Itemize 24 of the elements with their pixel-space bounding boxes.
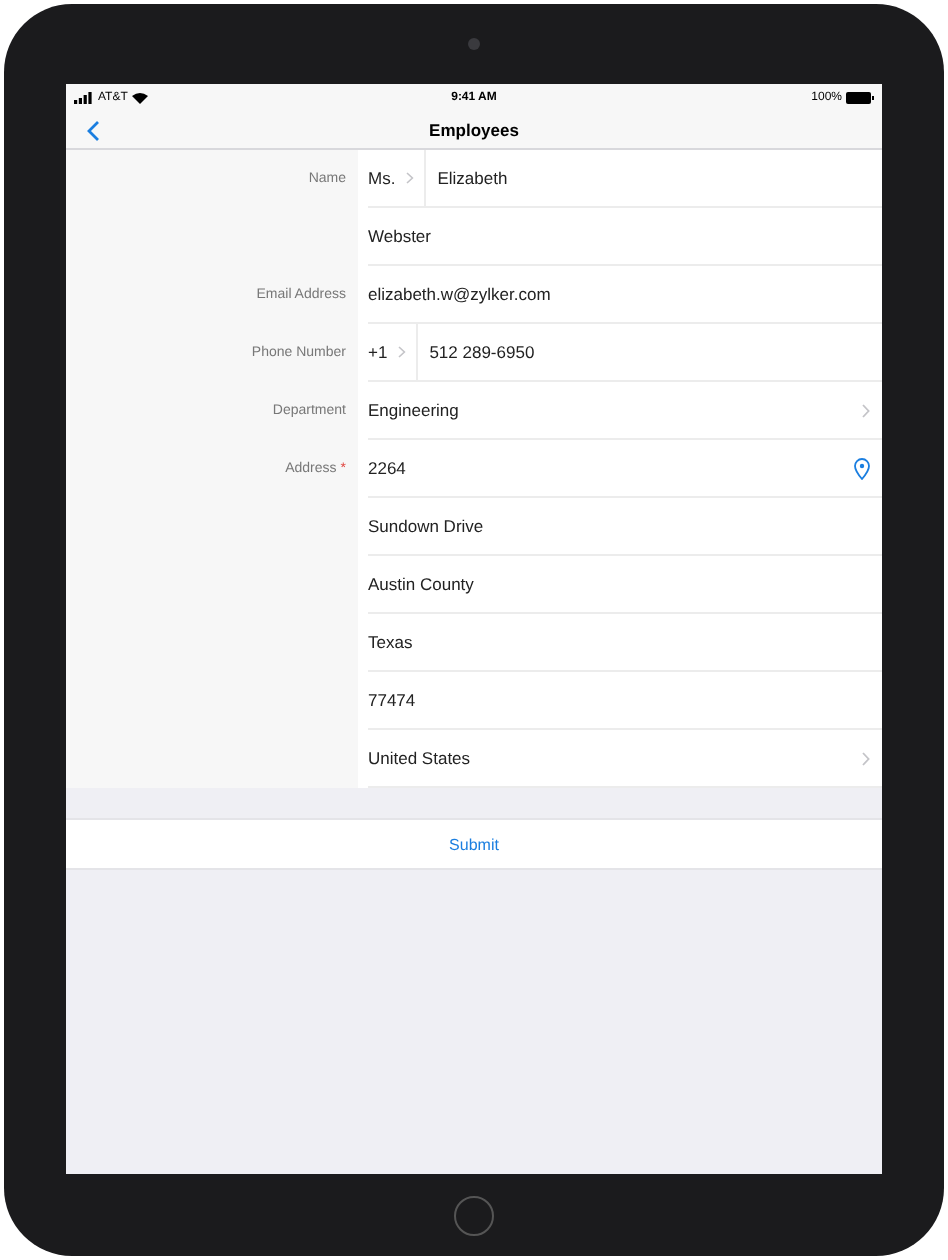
- picker-field[interactable]: United States: [368, 748, 862, 768]
- chevron-icon: [405, 172, 414, 184]
- input-field[interactable]: Webster: [368, 226, 870, 246]
- home-button[interactable]: [454, 1195, 494, 1235]
- input-field[interactable]: 2264: [368, 458, 854, 478]
- prefix-picker[interactable]: Ms.: [368, 150, 426, 206]
- battery-icon: [846, 92, 874, 104]
- location-pin-icon[interactable]: [854, 457, 870, 479]
- chevron-icon: [397, 346, 406, 358]
- camera-icon: [468, 38, 480, 50]
- wifi-icon: [131, 92, 148, 104]
- chevron-icon: [862, 751, 870, 765]
- input-field[interactable]: Sundown Drive: [368, 516, 870, 536]
- prefix-picker[interactable]: +1: [368, 324, 418, 380]
- input-field[interactable]: Elizabeth: [437, 168, 870, 188]
- input-field[interactable]: 77474: [368, 690, 870, 710]
- submit-button[interactable]: Submit: [66, 818, 882, 870]
- signal-icon: [74, 92, 94, 104]
- back-icon[interactable]: [86, 120, 100, 142]
- input-field[interactable]: Austin County: [368, 574, 870, 594]
- input-field[interactable]: 512 289-6950: [429, 342, 870, 362]
- chevron-icon: [862, 403, 870, 417]
- input-field[interactable]: Texas: [368, 632, 870, 652]
- screen-title: Employees: [429, 120, 519, 140]
